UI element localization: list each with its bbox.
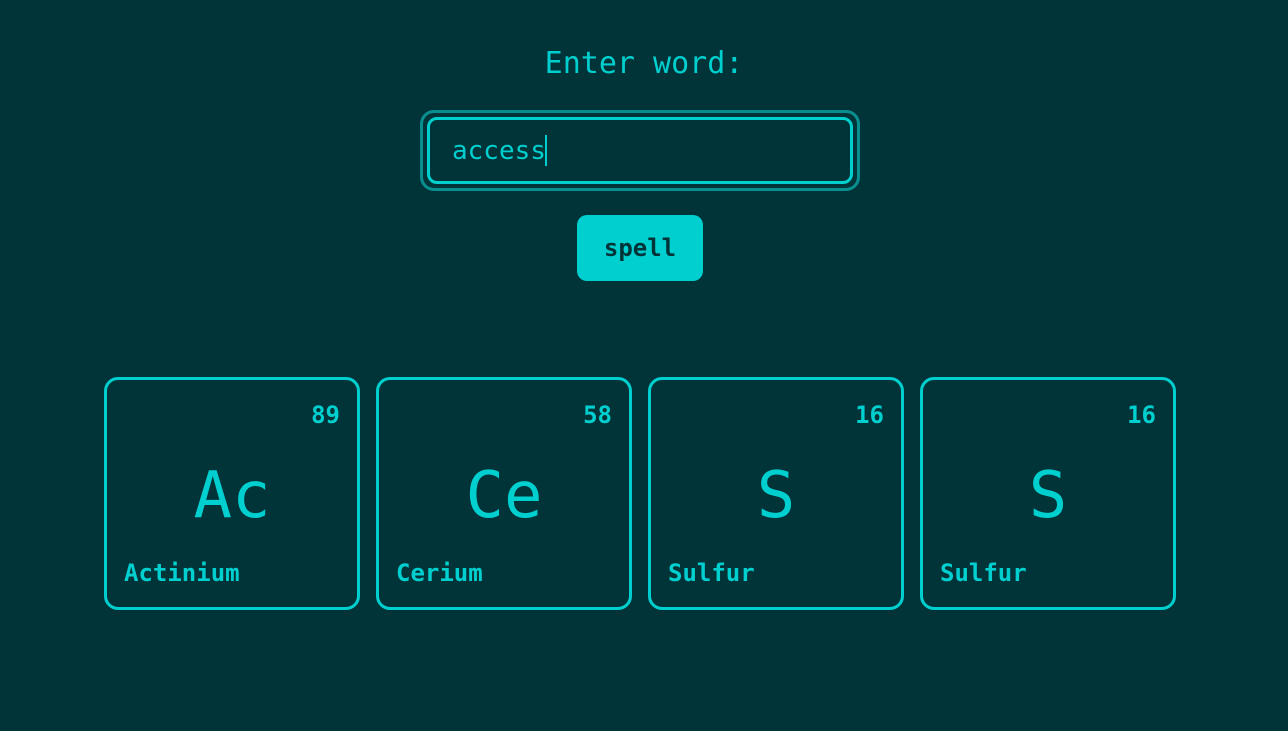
enter-word-label: Enter word: [544,46,744,81]
element-name: Actinium [124,559,240,587]
text-caret [545,135,547,166]
element-tile: 89 Ac Actinium [104,377,360,610]
element-name: Sulfur [668,559,755,587]
element-symbol: S [1028,459,1068,533]
atomic-number: 58 [583,401,612,429]
element-symbol: Ce [465,459,543,533]
element-tile: 16 S Sulfur [920,377,1176,610]
element-tile: 58 Ce Cerium [376,377,632,610]
element-tile: 16 S Sulfur [648,377,904,610]
spell-button[interactable]: spell [577,215,703,281]
atomic-number: 16 [1127,401,1156,429]
word-input[interactable] [427,117,853,184]
element-name: Cerium [396,559,483,587]
atomic-number: 89 [311,401,340,429]
element-symbol: S [756,459,796,533]
element-tiles: 89 Ac Actinium 58 Ce Cerium 16 S Sulfur … [104,377,1176,610]
atomic-number: 16 [855,401,884,429]
element-symbol: Ac [193,459,271,533]
element-name: Sulfur [940,559,1027,587]
